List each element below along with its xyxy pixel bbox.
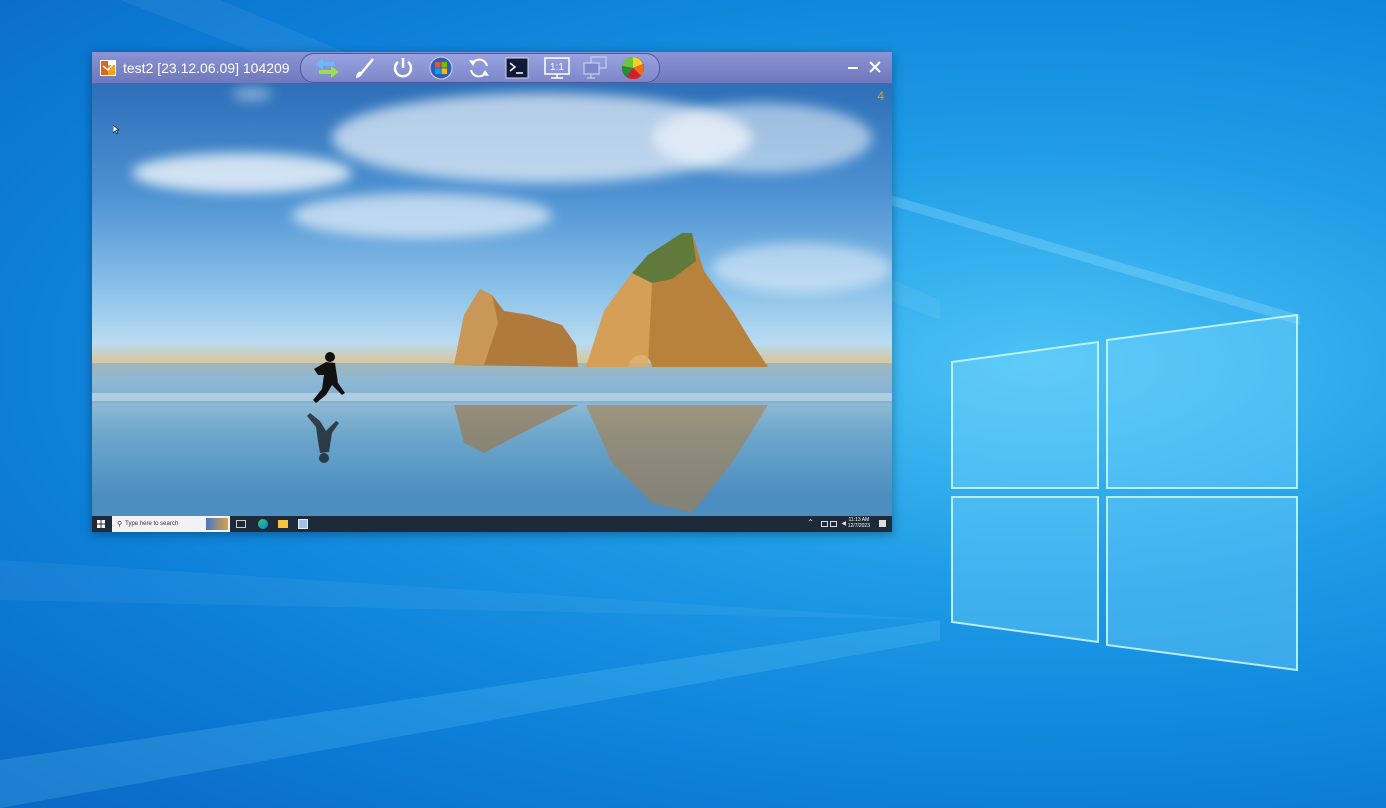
one-to-one-icon[interactable]: 1:1: [543, 56, 571, 80]
close-button[interactable]: [867, 59, 883, 75]
refresh-icon[interactable]: [465, 56, 493, 80]
beach-rocks-scene: [92, 233, 892, 513]
viewer-titlebar[interactable]: test2 [23.12.06.09] 104209 1:1: [92, 52, 892, 83]
viewer-toolbar: 1:1: [300, 53, 660, 83]
mouse-cursor-icon: [113, 125, 119, 134]
remote-viewer-window[interactable]: test2 [23.12.06.09] 104209 1:1 4 ⚲ Type …: [92, 52, 892, 532]
tray-clock[interactable]: 11:13 AM 12/7/2023: [848, 517, 870, 529]
viewer-title: test2 [23.12.06.09] 104209: [123, 59, 290, 76]
tray-chevron-icon[interactable]: ⌃: [807, 518, 814, 527]
edge-browser-icon[interactable]: [258, 519, 268, 529]
terminal-icon[interactable]: [503, 56, 531, 80]
remote-screen[interactable]: 4 ⚲ Type here to search ⌃ ◀ 11:13 AM 12/…: [92, 83, 892, 532]
multi-monitor-icon[interactable]: [581, 56, 609, 80]
start-icon[interactable]: [92, 516, 110, 532]
remote-search-box[interactable]: ⚲ Type here to search: [112, 516, 230, 532]
remote-taskbar: ⚲ Type here to search ⌃ ◀ 11:13 AM 12/7/…: [92, 516, 892, 532]
color-wheel-icon[interactable]: [619, 56, 647, 80]
notifications-icon[interactable]: [879, 520, 886, 527]
windows-logo-wallpaper: [951, 313, 1298, 672]
tray-display-icon[interactable]: [830, 521, 837, 527]
brush-icon[interactable]: [351, 56, 379, 80]
search-placeholder: Type here to search: [125, 521, 179, 527]
tray-date: 12/7/2023: [847, 523, 870, 529]
minimize-button[interactable]: [845, 59, 861, 75]
windows-start-icon[interactable]: [427, 56, 455, 80]
search-icon: ⚲: [117, 521, 123, 528]
search-highlight-icon: [206, 518, 228, 530]
tray-network-icon[interactable]: [821, 521, 828, 527]
file-explorer-icon[interactable]: [278, 520, 288, 528]
one-to-one-label: 1:1: [550, 62, 564, 73]
tray-volume-icon[interactable]: ◀: [841, 520, 846, 527]
remote-app-icon: [99, 59, 117, 77]
remote-session-indicator: 4: [877, 89, 884, 103]
task-view-icon[interactable]: [236, 520, 246, 528]
power-icon[interactable]: [389, 56, 417, 80]
remote-app-taskbar-icon[interactable]: [298, 519, 308, 529]
transfer-icon[interactable]: [313, 56, 341, 80]
